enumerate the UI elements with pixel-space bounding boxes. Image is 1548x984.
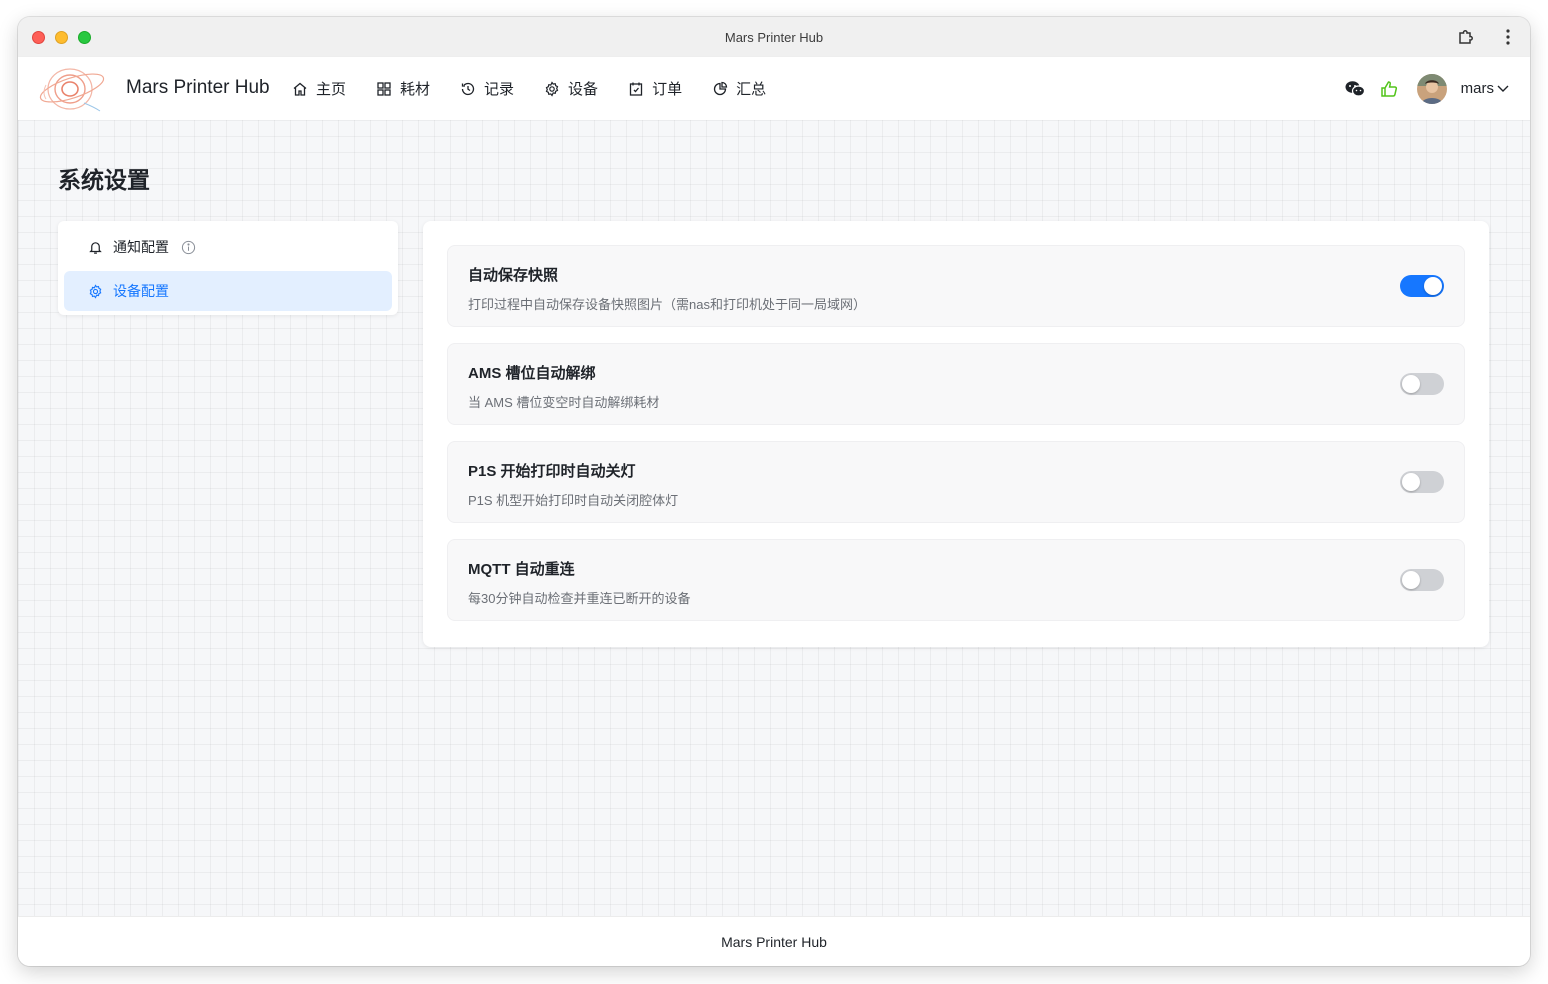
nav-label: 主页 (316, 81, 347, 98)
setting-description: 打印过程中自动保存设备快照图片（需nas和打印机处于同一局域网） (468, 297, 866, 312)
sidebar-item-notification[interactable]: 通知配置 (64, 227, 392, 267)
settings-sidebar: 通知配置 设备配置 (58, 221, 398, 315)
user-menu[interactable]: mars (1461, 80, 1510, 97)
gear-icon (89, 283, 102, 299)
avatar[interactable] (1416, 73, 1447, 104)
minimize-window-button[interactable] (55, 31, 68, 44)
extension-icon[interactable] (1456, 27, 1476, 47)
p1s-light-toggle[interactable] (1400, 471, 1444, 493)
like-icon[interactable] (1379, 79, 1399, 99)
nav-item-filament[interactable]: 耗材 (376, 57, 430, 120)
setting-title: P1S 开始打印时自动关灯 (468, 463, 636, 480)
more-vertical-icon[interactable] (1498, 27, 1518, 47)
brand-title[interactable]: Mars Printer Hub (126, 77, 270, 99)
gear-icon (545, 80, 559, 97)
sidebar-item-label: 设备配置 (113, 283, 169, 299)
nav-item-home[interactable]: 主页 (292, 57, 346, 120)
footer-text: Mars Printer Hub (721, 933, 827, 950)
nav-label: 汇总 (736, 81, 767, 98)
setting-title: AMS 槽位自动解绑 (468, 365, 596, 382)
main-content: 系统设置 通知配置 设备配置 自动保存快照 打印过程中自动保存设备快照图片（需n… (18, 120, 1530, 916)
setting-title: 自动保存快照 (468, 267, 559, 284)
title-bar: Mars Printer Hub (18, 17, 1530, 57)
auto-snapshot-toggle[interactable] (1400, 275, 1444, 297)
grid-icon (377, 81, 391, 96)
history-icon (461, 82, 475, 95)
setting-description: 每30分钟自动检查并重连已断开的设备 (468, 591, 691, 606)
setting-row-p1s-light: P1S 开始打印时自动关灯 P1S 机型开始打印时自动关闭腔体灯 (447, 441, 1465, 523)
chevron-down-icon (1497, 85, 1509, 92)
app-window: Mars Printer Hub Mars Printer Hub 主页 耗材 … (18, 17, 1530, 966)
window-title: Mars Printer Hub (724, 29, 824, 45)
sidebar-item-label: 通知配置 (113, 239, 169, 255)
setting-row-ams-unbind: AMS 槽位自动解绑 当 AMS 槽位变空时自动解绑耗材 (447, 343, 1465, 425)
setting-row-auto-snapshot: 自动保存快照 打印过程中自动保存设备快照图片（需nas和打印机处于同一局域网） (447, 245, 1465, 327)
nav-item-records[interactable]: 记录 (460, 57, 514, 120)
nav-label: 记录 (484, 81, 515, 98)
settings-panel: 自动保存快照 打印过程中自动保存设备快照图片（需nas和打印机处于同一局域网） … (423, 221, 1489, 647)
footer: Mars Printer Hub (18, 916, 1530, 966)
setting-title: MQTT 自动重连 (468, 561, 575, 578)
nav-label: 耗材 (400, 81, 431, 98)
nav-item-orders[interactable]: 订单 (628, 57, 682, 120)
close-window-button[interactable] (32, 31, 45, 44)
setting-row-mqtt-reconnect: MQTT 自动重连 每30分钟自动检查并重连已断开的设备 (447, 539, 1465, 621)
sidebar-item-device[interactable]: 设备配置 (64, 271, 392, 311)
wechat-icon[interactable] (1345, 79, 1365, 99)
pie-chart-icon (713, 81, 728, 95)
setting-description: P1S 机型开始打印时自动关闭腔体灯 (468, 493, 679, 508)
page-title: 系统设置 (58, 167, 150, 193)
nav-label: 设备 (568, 81, 599, 98)
info-icon[interactable] (181, 240, 196, 255)
home-icon (293, 82, 307, 96)
nav-label: 订单 (652, 81, 683, 98)
setting-description: 当 AMS 槽位变空时自动解绑耗材 (468, 395, 660, 410)
nav-item-summary[interactable]: 汇总 (712, 57, 766, 120)
calendar-icon (629, 82, 643, 96)
bell-icon (89, 241, 102, 254)
app-logo[interactable] (36, 63, 110, 115)
maximize-window-button[interactable] (78, 31, 91, 44)
app-header: Mars Printer Hub 主页 耗材 记录 设备 订单 汇总 mars (18, 57, 1530, 120)
main-nav: 主页 耗材 记录 设备 订单 汇总 (292, 57, 766, 120)
mqtt-reconnect-toggle[interactable] (1400, 569, 1444, 591)
window-controls (32, 31, 91, 44)
ams-unbind-toggle[interactable] (1400, 373, 1444, 395)
nav-item-devices[interactable]: 设备 (544, 57, 598, 120)
username: mars (1460, 80, 1494, 97)
